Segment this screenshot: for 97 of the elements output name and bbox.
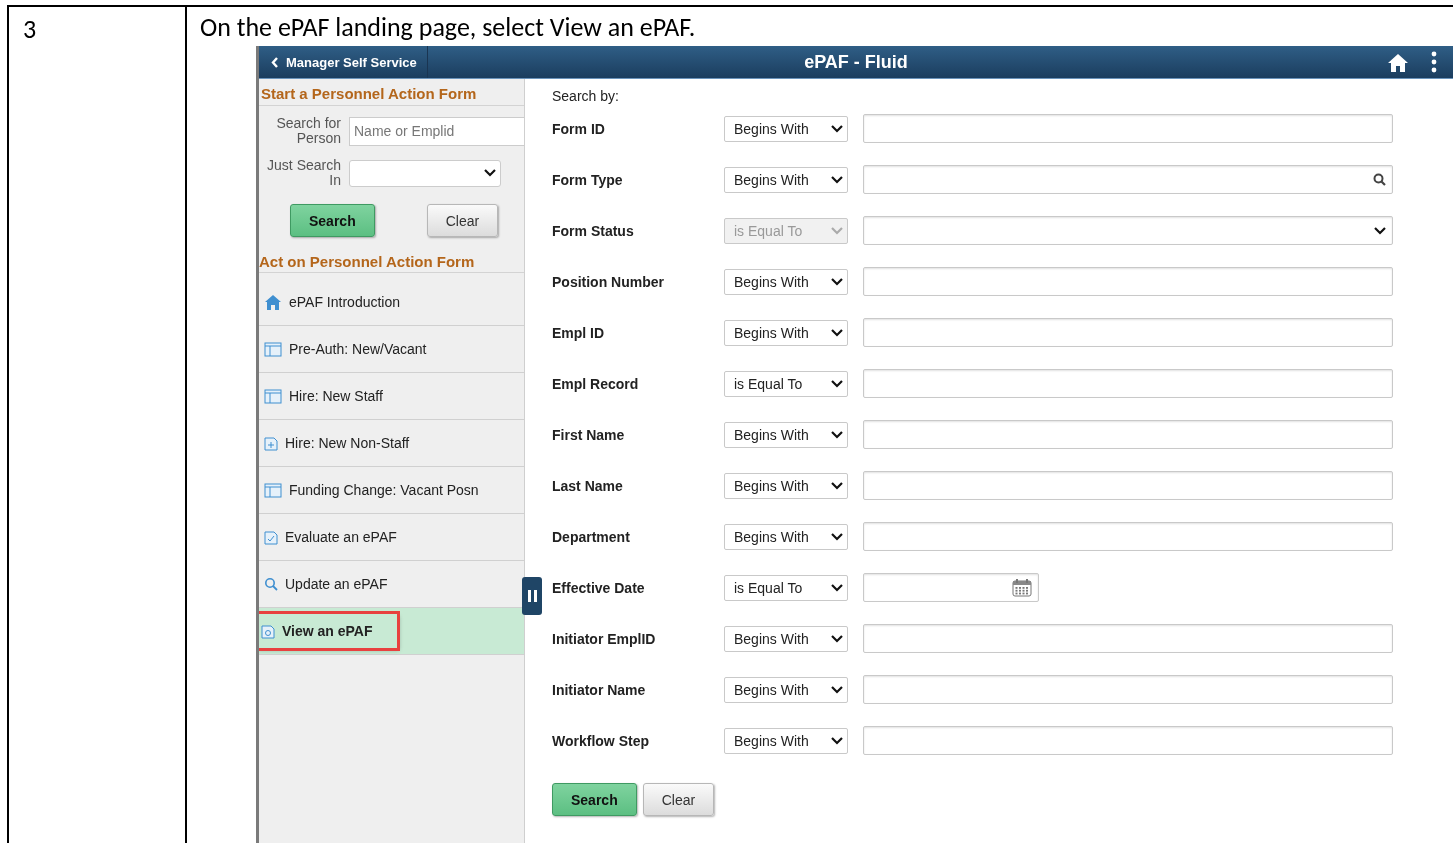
- menu-link[interactable]: Pre-Auth: New/Vacant: [264, 341, 427, 357]
- menu-item[interactable]: Evaluate an ePAF: [259, 514, 524, 561]
- chevron-down-icon: [484, 169, 496, 177]
- chevron-down-icon: [831, 736, 843, 745]
- search-button[interactable]: Search: [290, 204, 375, 237]
- chevron-down-icon: [831, 124, 843, 133]
- value-field[interactable]: [863, 420, 1393, 449]
- operator-dropdown[interactable]: Begins With: [724, 166, 848, 193]
- menu-link[interactable]: Update an ePAF: [264, 576, 388, 592]
- clear-button[interactable]: Clear: [642, 783, 715, 816]
- operator-dropdown[interactable]: Begins With: [724, 268, 848, 295]
- chevron-down-icon: [831, 532, 843, 541]
- menu-item[interactable]: View an ePAF: [259, 608, 524, 655]
- document-plus-icon: [264, 435, 278, 451]
- operator-dropdown[interactable]: Begins With: [724, 115, 848, 142]
- chevron-down-icon: [831, 583, 843, 592]
- chevron-down-icon: [831, 430, 843, 439]
- instruction-text: On the ePAF landing page, select View an ePAF.: [200, 11, 697, 43]
- field-label: Workflow Step: [552, 732, 650, 749]
- field-label: Form Type: [552, 171, 624, 188]
- highlighted-menu-link[interactable]: View an ePAF: [259, 614, 397, 648]
- operator-dropdown[interactable]: Begins With: [724, 523, 848, 550]
- search-button[interactable]: Search: [552, 783, 637, 816]
- value-field[interactable]: [863, 726, 1393, 755]
- chevron-down-icon: [831, 328, 843, 337]
- chevron-down-icon: [831, 226, 843, 235]
- operator-dropdown[interactable]: Begins With: [724, 727, 848, 754]
- menu-item[interactable]: ePAF Introduction: [259, 279, 524, 326]
- clear-button[interactable]: Clear: [426, 204, 499, 237]
- home-button[interactable]: [1387, 51, 1409, 73]
- back-button[interactable]: Manager Self Service: [259, 46, 428, 78]
- value-field[interactable]: [863, 114, 1393, 143]
- field-label: Empl ID: [552, 324, 606, 341]
- chevron-down-icon: [831, 277, 843, 286]
- operator-dropdown[interactable]: Begins With: [724, 472, 848, 499]
- field-label: Search for Person: [275, 116, 341, 146]
- page-title: ePAF - Fluid: [804, 51, 908, 73]
- menu-link[interactable]: Hire: New Staff: [264, 388, 383, 404]
- operator-dropdown[interactable]: Begins With: [724, 676, 848, 703]
- field-label: Position Number: [552, 273, 665, 290]
- search-icon: [264, 577, 278, 591]
- chevron-down-icon: [831, 175, 843, 184]
- field-label: Department: [552, 528, 631, 545]
- search-in-dropdown[interactable]: [349, 159, 501, 187]
- chevron-left-icon: [271, 56, 279, 68]
- more-options-button[interactable]: [1431, 51, 1437, 73]
- calendar-icon[interactable]: [1012, 578, 1032, 597]
- menu-link[interactable]: Funding Change: Vacant Posn: [264, 482, 479, 498]
- field-label: Effective Date: [552, 579, 646, 596]
- menu-item[interactable]: Hire: New Non-Staff: [259, 420, 524, 467]
- field-label: Initiator Name: [552, 681, 647, 698]
- step-number: 3: [23, 13, 37, 45]
- form-icon: [264, 388, 282, 404]
- menu-item[interactable]: Funding Change: Vacant Posn: [259, 467, 524, 514]
- field-label: Form ID: [552, 120, 606, 137]
- person-search-field[interactable]: Name or Emplid: [349, 116, 524, 146]
- value-field[interactable]: [863, 573, 1039, 602]
- search-icon[interactable]: [1373, 173, 1386, 186]
- field-label: Initiator EmplID: [552, 630, 657, 647]
- value-field[interactable]: [863, 624, 1393, 653]
- operator-dropdown[interactable]: Begins With: [724, 421, 848, 448]
- form-icon: [264, 341, 282, 357]
- field-label: Last Name: [552, 477, 624, 494]
- chevron-down-icon: [831, 634, 843, 643]
- value-field[interactable]: [863, 471, 1393, 500]
- value-field[interactable]: [863, 165, 1393, 194]
- menu-item[interactable]: Pre-Auth: New/Vacant: [259, 326, 524, 373]
- section-title: Start a Personnel Action Form: [259, 79, 524, 106]
- value-field[interactable]: [863, 369, 1393, 398]
- collapse-handle[interactable]: [522, 577, 542, 615]
- menu-link[interactable]: ePAF Introduction: [264, 293, 401, 311]
- field-label: Just Search In: [266, 158, 341, 188]
- section-title: Act on Personnel Action Form: [259, 253, 524, 273]
- document-icon: [261, 623, 275, 639]
- field-label: First Name: [552, 426, 626, 443]
- operator-dropdown[interactable]: Begins With: [724, 625, 848, 652]
- value-field[interactable]: [863, 318, 1393, 347]
- operator-dropdown[interactable]: Begins With: [724, 319, 848, 346]
- chevron-down-icon: [1374, 226, 1386, 235]
- search-by-label: Search by:: [552, 88, 620, 104]
- value-field[interactable]: [863, 267, 1393, 296]
- home-icon: [264, 293, 282, 311]
- operator-dropdown[interactable]: is Equal To: [724, 574, 848, 601]
- chevron-down-icon: [831, 685, 843, 694]
- chevron-down-icon: [831, 379, 843, 388]
- value-dropdown[interactable]: [863, 216, 1393, 245]
- menu-link[interactable]: Evaluate an ePAF: [264, 529, 397, 545]
- chevron-down-icon: [831, 481, 843, 490]
- field-label: Empl Record: [552, 375, 640, 392]
- operator-dropdown[interactable]: is Equal To: [724, 370, 848, 397]
- document-check-icon: [264, 529, 278, 545]
- value-field[interactable]: [863, 675, 1393, 704]
- menu-link[interactable]: Hire: New Non-Staff: [264, 435, 410, 451]
- value-field[interactable]: [863, 522, 1393, 551]
- menu-item[interactable]: Hire: New Staff: [259, 373, 524, 420]
- field-label: Form Status: [552, 222, 635, 239]
- form-icon: [264, 482, 282, 498]
